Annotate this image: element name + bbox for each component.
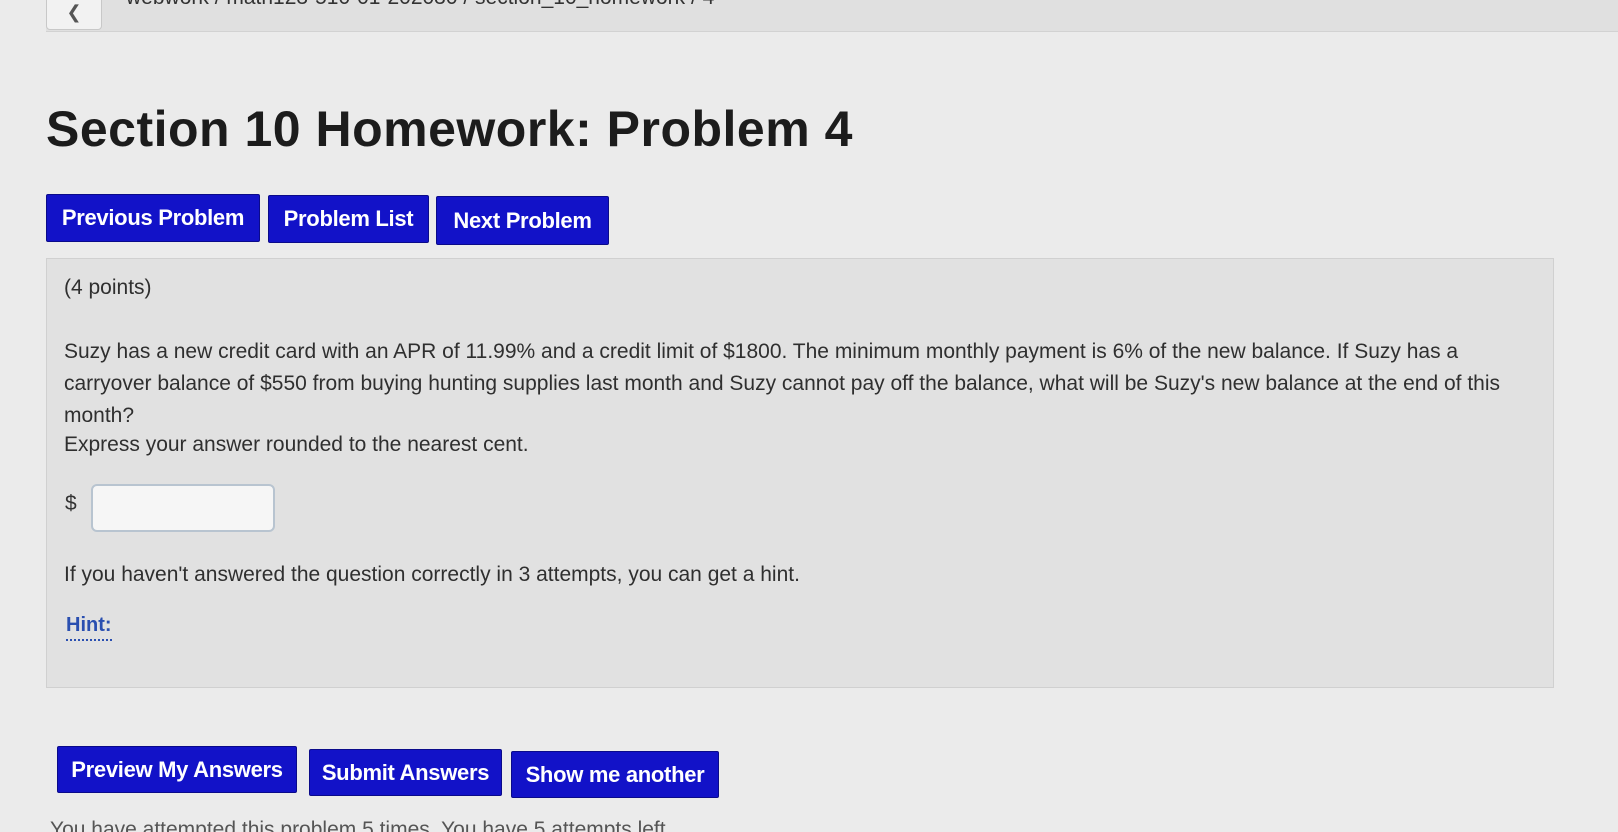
currency-symbol: $ <box>65 492 77 515</box>
preview-answers-button[interactable]: Preview My Answers <box>57 746 297 793</box>
hint-note: If you haven't answered the question cor… <box>64 563 800 586</box>
problem-points: (4 points) <box>64 276 152 299</box>
show-another-button[interactable]: Show me another <box>511 751 719 798</box>
problem-list-button[interactable]: Problem List <box>268 195 429 243</box>
answer-input[interactable] <box>91 484 275 532</box>
hint-link[interactable]: Hint: <box>66 614 112 641</box>
chevron-left-icon: ❮ <box>66 1 82 22</box>
submit-answers-button[interactable]: Submit Answers <box>309 749 502 796</box>
previous-problem-button[interactable]: Previous Problem <box>46 194 260 242</box>
problem-box <box>46 258 1554 688</box>
back-button[interactable]: ❮ <box>46 0 102 30</box>
breadcrumb[interactable]: webwork / math123-510-01-202030 / sectio… <box>126 0 714 10</box>
problem-instruction: Express your answer rounded to the neare… <box>64 433 529 456</box>
breadcrumb-bar: ❮ webwork / math123-510-01-202030 / sect… <box>46 0 1618 32</box>
next-problem-button[interactable]: Next Problem <box>436 196 609 245</box>
page-title: Section 10 Homework: Problem 4 <box>46 101 853 157</box>
problem-text: Suzy has a new credit card with an APR o… <box>64 340 1500 427</box>
attempts-text: You have attempted this problem 5 times.… <box>50 818 672 832</box>
